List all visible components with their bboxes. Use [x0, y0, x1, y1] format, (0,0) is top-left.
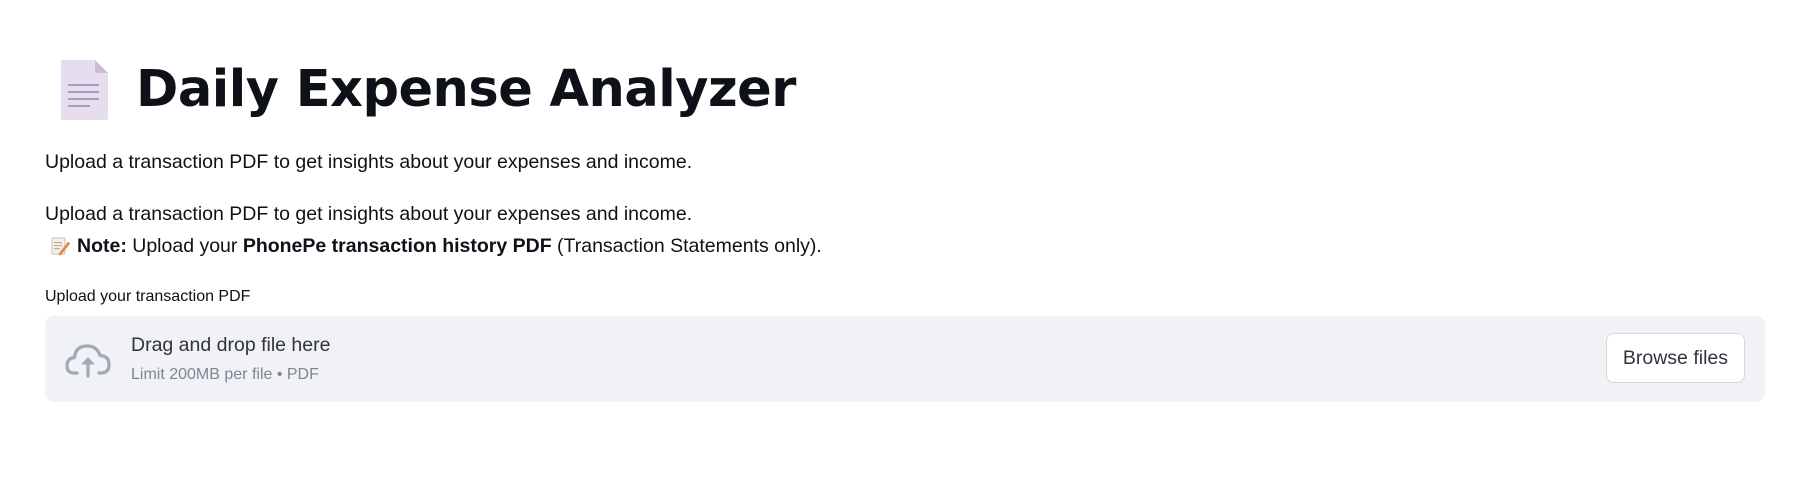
intro-text-1: Upload a transaction PDF to get insights…: [45, 151, 693, 173]
drop-title: Drag and drop file here: [131, 334, 331, 356]
page-title: Daily Expense Analyzer: [136, 60, 796, 119]
browse-files-button[interactable]: Browse files: [1605, 333, 1745, 383]
memo-icon: [50, 236, 70, 256]
title-row: Daily Expense Analyzer: [58, 56, 796, 124]
cloud-upload-icon: [64, 340, 112, 378]
upload-label: Upload your transaction PDF: [45, 288, 251, 305]
note-label: Note:: [77, 235, 127, 257]
file-dropzone[interactable]: Drag and drop file here Limit 200MB per …: [45, 316, 1765, 402]
note-text-before: Upload your: [126, 235, 243, 257]
note-emphasis: PhonePe transaction history PDF: [242, 235, 552, 257]
page-document-icon: [58, 58, 112, 122]
drop-limit-text: Limit 200MB per file • PDF: [131, 366, 319, 383]
app-page: Daily Expense Analyzer Upload a transact…: [0, 0, 1810, 487]
intro-text-2: Upload a transaction PDF to get insights…: [45, 203, 693, 225]
note-line: Note: Upload your PhonePe transaction hi…: [45, 232, 822, 260]
note-text-after: (Transaction Statements only).: [551, 235, 822, 257]
